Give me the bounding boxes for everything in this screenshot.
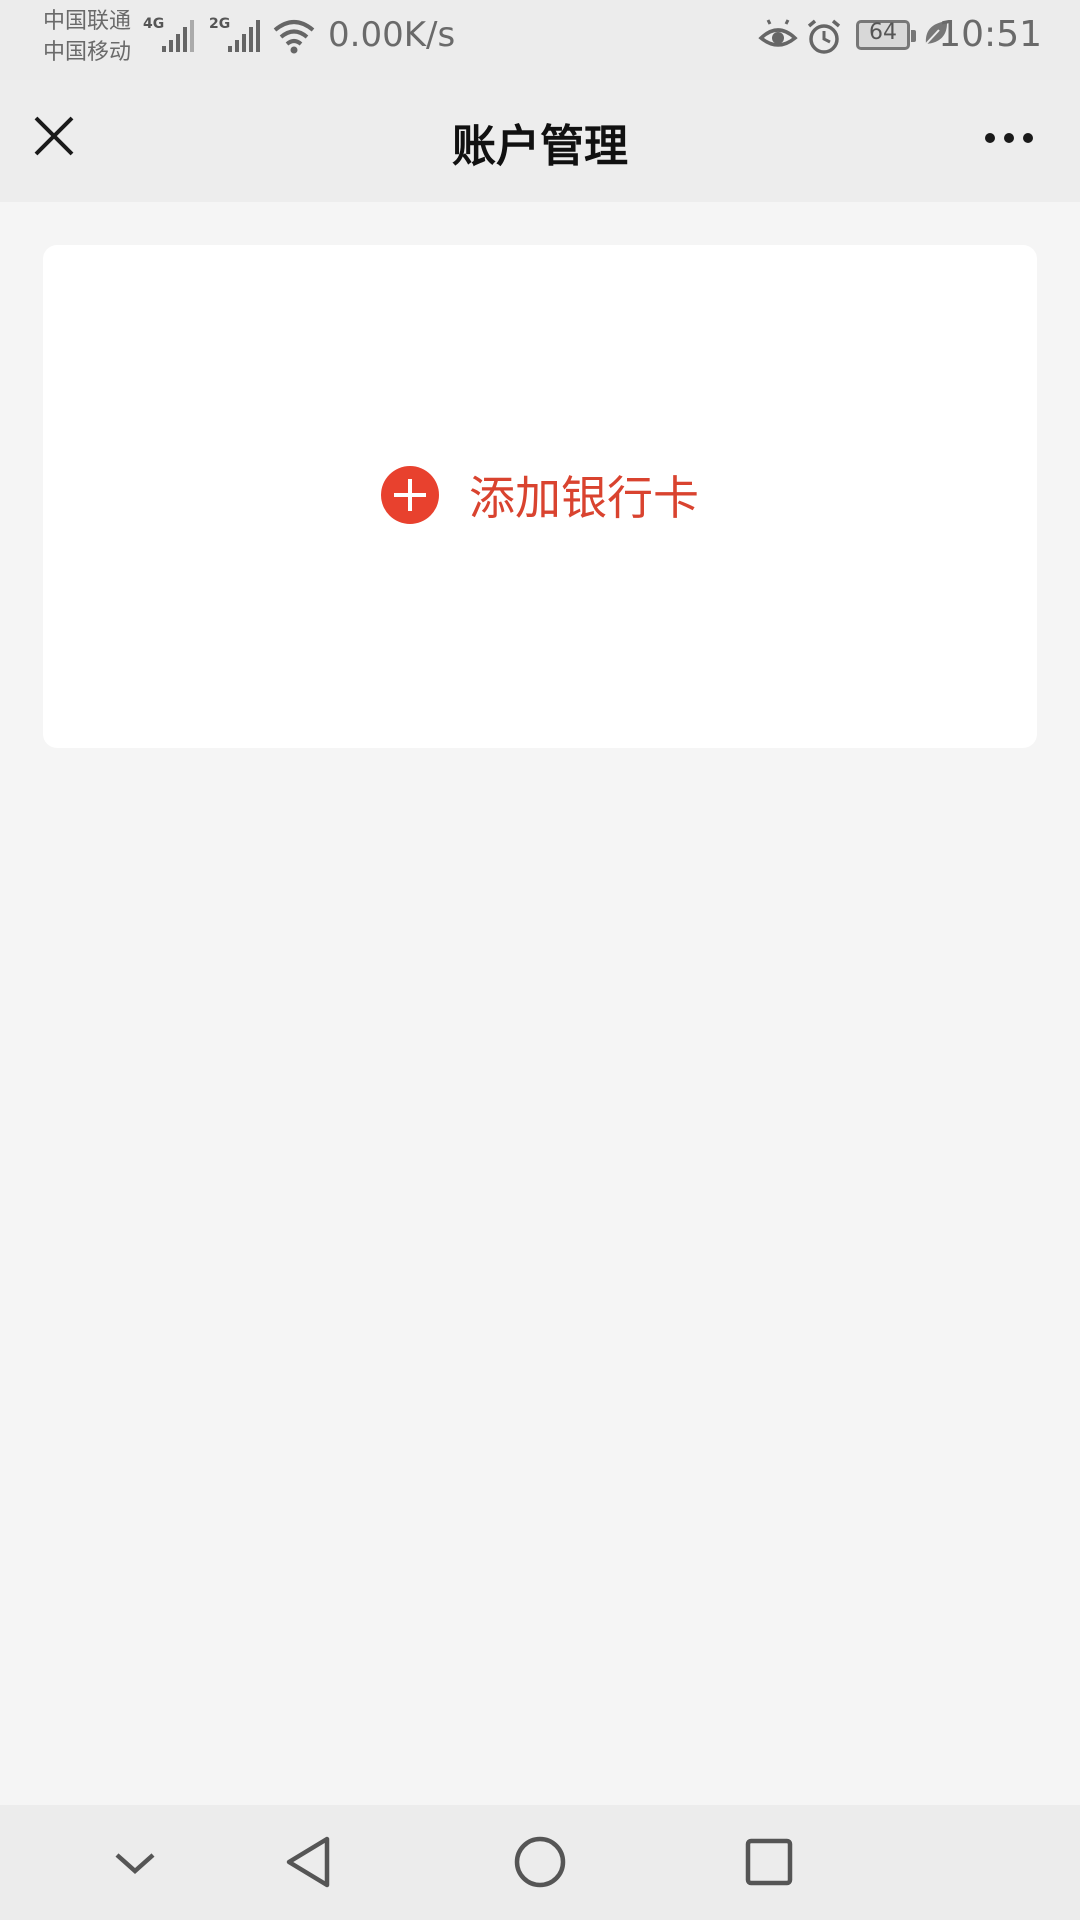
carrier-names: 中国联通 中国移动 <box>43 6 153 68</box>
clock: 10:51 <box>938 14 1042 55</box>
more-button[interactable] <box>974 116 1044 166</box>
plus-circle-icon <box>381 466 439 524</box>
add-bank-card-button[interactable]: 添加银行卡 <box>381 465 699 525</box>
signal-icon <box>162 20 194 52</box>
add-bank-card-label: 添加银行卡 <box>469 471 699 525</box>
title-bar: 账户管理 <box>0 80 1080 202</box>
net-speed: 0.00K/s <box>328 15 456 55</box>
chevron-down-icon[interactable] <box>100 1827 170 1897</box>
recents-square-icon[interactable] <box>734 1827 804 1897</box>
back-triangle-icon[interactable] <box>275 1827 345 1897</box>
carrier-1: 中国联通 <box>43 9 132 34</box>
signal-icon-2 <box>228 20 260 52</box>
battery-level: 64 <box>869 20 897 45</box>
wifi-icon <box>273 20 315 54</box>
more-icon <box>985 133 1033 143</box>
navigation-bar <box>0 1805 1080 1920</box>
alarm-icon <box>807 19 841 54</box>
eye-icon <box>758 19 798 47</box>
home-circle-icon[interactable] <box>505 1827 575 1897</box>
carrier-2: 中国移动 <box>43 40 132 65</box>
status-bar: 中国联通 中国移动 4G 2G 0.00K/s 64 10:51 <box>0 0 1080 80</box>
bank-card-container: 添加银行卡 <box>43 245 1037 748</box>
battery-icon: 64 <box>856 20 916 50</box>
page-title: 账户管理 <box>452 121 628 172</box>
